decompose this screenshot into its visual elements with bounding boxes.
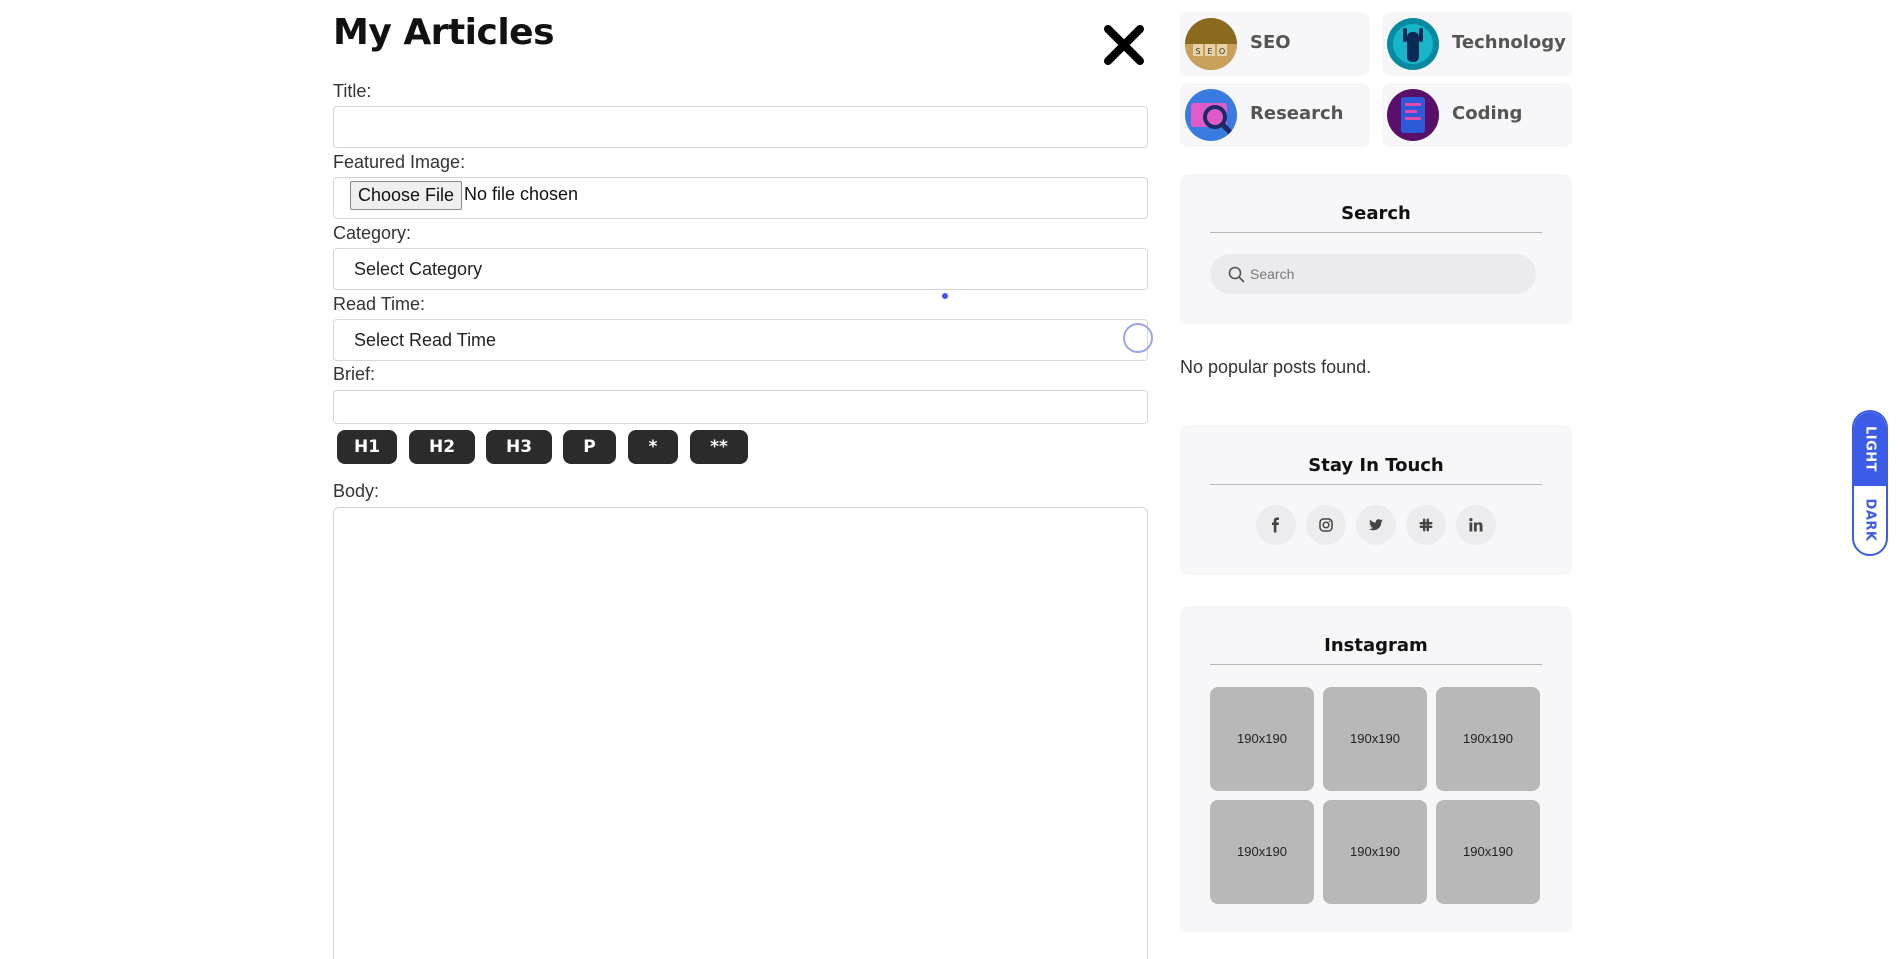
category-select-value: Select Category (354, 259, 483, 279)
instagram-tile[interactable]: 190x190 (1323, 800, 1427, 904)
instagram-icon (1319, 518, 1333, 532)
format-h2-button[interactable]: H2 (409, 430, 475, 464)
twitter-icon (1369, 519, 1383, 531)
category-select[interactable]: Select Category (333, 248, 1148, 290)
theme-toggle: LIGHT DARK (1852, 410, 1888, 556)
close-icon (1104, 25, 1144, 65)
body-label: Body: (333, 481, 380, 501)
search-widget-title: Search (1341, 203, 1411, 224)
search-input[interactable] (1250, 254, 1520, 294)
research-thumbnail-icon (1185, 89, 1237, 141)
svg-text:O: O (1219, 47, 1225, 56)
brief-label: Brief: (333, 364, 376, 384)
instagram-tile[interactable]: 190x190 (1210, 800, 1314, 904)
category-card-research[interactable]: Research (1180, 83, 1370, 147)
featured-image-field: Choose File No file chosen (333, 177, 1148, 219)
theme-dark-option[interactable]: DARK (1854, 486, 1886, 554)
facebook-link[interactable] (1256, 505, 1296, 545)
seo-thumbnail-icon: S E O (1185, 18, 1237, 70)
category-card-technology[interactable]: Technology (1382, 12, 1572, 76)
title-input[interactable] (334, 107, 1147, 147)
category-card-seo[interactable]: S E O SEO (1180, 12, 1370, 76)
instagram-widget-title: Instagram (1324, 635, 1428, 656)
no-popular-posts-text: No popular posts found. (1180, 357, 1372, 377)
theme-dark-label: DARK (1862, 498, 1878, 542)
loading-dot (942, 293, 948, 299)
choose-file-button[interactable]: Choose File (350, 181, 463, 210)
body-textarea[interactable] (333, 507, 1148, 959)
read-time-label: Read Time: (333, 294, 426, 314)
format-bold-button[interactable]: ** (690, 430, 748, 464)
instagram-tile[interactable]: 190x190 (1436, 800, 1540, 904)
svg-text:E: E (1207, 47, 1212, 56)
slack-link[interactable] (1406, 505, 1446, 545)
category-card-coding[interactable]: Coding (1382, 83, 1572, 147)
format-paragraph-button[interactable]: P (563, 430, 616, 464)
instagram-tile[interactable]: 190x190 (1210, 687, 1314, 791)
slack-icon (1419, 518, 1433, 532)
format-h1-button[interactable]: H1 (337, 430, 397, 464)
category-label-seo: SEO (1250, 32, 1291, 53)
stay-in-touch-title: Stay In Touch (1308, 455, 1444, 476)
close-button[interactable] (1101, 22, 1147, 68)
category-label: Category: (333, 223, 412, 243)
page-title: My Articles (333, 12, 555, 53)
search-box (1210, 254, 1536, 294)
stay-in-touch-divider (1210, 484, 1542, 485)
search-icon (1228, 266, 1245, 283)
instagram-tile[interactable]: 190x190 (1323, 687, 1427, 791)
technology-thumbnail-icon (1387, 18, 1439, 70)
coding-thumbnail-icon (1387, 89, 1439, 141)
twitter-link[interactable] (1356, 505, 1396, 545)
brief-input[interactable] (334, 391, 1147, 423)
instagram-widget-divider (1210, 664, 1542, 665)
stay-in-touch-widget: Stay In Touch (1180, 425, 1572, 575)
search-widget: Search (1180, 174, 1572, 324)
theme-light-option[interactable]: LIGHT (1854, 412, 1886, 486)
format-list-button[interactable]: * (628, 430, 678, 464)
format-h3-button[interactable]: H3 (486, 430, 552, 464)
instagram-link[interactable] (1306, 505, 1346, 545)
file-status-text: No file chosen (464, 184, 579, 204)
featured-image-label: Featured Image: (333, 152, 466, 172)
linkedin-link[interactable] (1456, 505, 1496, 545)
instagram-widget: Instagram 190x190 190x190 190x190 190x19… (1180, 606, 1572, 932)
read-time-select[interactable]: Select Read Time (333, 319, 1148, 361)
read-time-select-value: Select Read Time (354, 330, 497, 350)
title-label: Title: (333, 81, 372, 101)
category-label-coding: Coding (1452, 103, 1523, 124)
instagram-tile[interactable]: 190x190 (1436, 687, 1540, 791)
loading-spinner (1123, 323, 1153, 353)
title-field-wrapper (333, 106, 1148, 148)
facebook-icon (1272, 517, 1279, 533)
search-widget-divider (1210, 232, 1542, 233)
category-label-research: Research (1250, 103, 1344, 124)
brief-field-wrapper (333, 390, 1148, 424)
svg-text:S: S (1195, 47, 1200, 56)
category-label-technology: Technology (1452, 32, 1566, 53)
theme-light-label: LIGHT (1862, 425, 1878, 473)
linkedin-icon (1469, 518, 1483, 532)
